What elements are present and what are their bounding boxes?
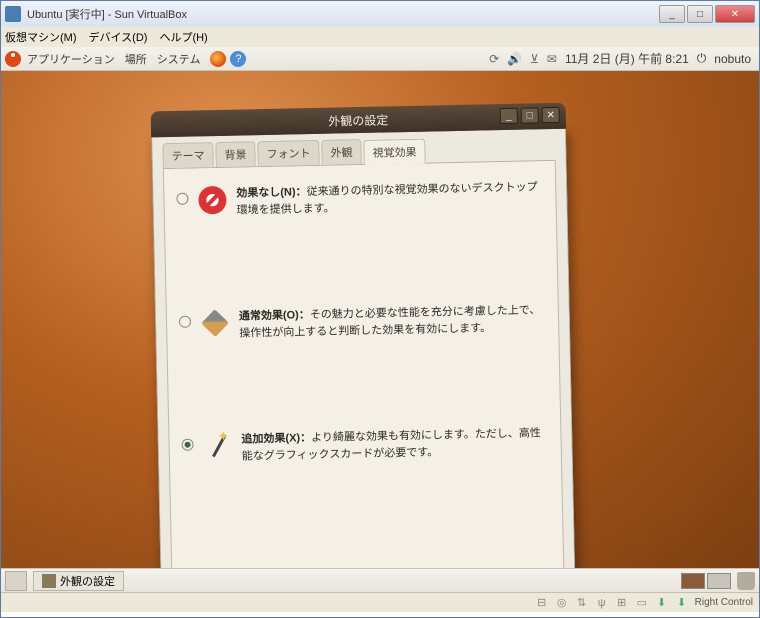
menu-system[interactable]: システム: [157, 51, 201, 67]
radio-none[interactable]: [176, 193, 188, 205]
trash-icon[interactable]: [737, 572, 755, 590]
vb-cd-icon[interactable]: ◎: [555, 596, 569, 610]
power-icon[interactable]: ⏻: [697, 51, 707, 66]
dialog-minimize-button[interactable]: _: [500, 108, 518, 124]
radio-normal[interactable]: [179, 316, 191, 328]
user-name[interactable]: nobuto: [714, 52, 751, 66]
option-none-text: 効果なし(N)：従来通りの特別な視覚効果のないデスクトップ環境を提供します。: [236, 179, 544, 218]
vb-net-icon[interactable]: ⇅: [575, 596, 589, 610]
virtualbox-icon: [5, 6, 21, 22]
menu-devices[interactable]: デバイス(D): [89, 29, 148, 45]
taskbar-appearance-button[interactable]: 外観の設定: [33, 571, 124, 591]
vb-display-icon[interactable]: ▭: [635, 596, 649, 610]
appearance-task-icon: [42, 574, 56, 588]
tab-theme[interactable]: テーマ: [162, 142, 214, 168]
firefox-icon[interactable]: [210, 51, 226, 67]
tab-background[interactable]: 背景: [215, 141, 256, 167]
menu-applications[interactable]: アプリケーション: [27, 51, 115, 67]
workspace-2[interactable]: [707, 573, 731, 589]
window-title: Ubuntu [実行中] - Sun VirtualBox: [27, 6, 659, 22]
menu-help[interactable]: ヘルプ(H): [159, 29, 207, 45]
dialog-maximize-button[interactable]: □: [521, 107, 539, 123]
effects-none-icon: [198, 186, 227, 215]
menu-places[interactable]: 場所: [125, 51, 147, 67]
dialog-close-button[interactable]: ✕: [542, 107, 560, 123]
show-desktop-button[interactable]: [5, 571, 27, 591]
minimize-button[interactable]: _: [659, 5, 685, 23]
tab-visual-effects[interactable]: 視覚効果: [363, 139, 426, 165]
help-icon[interactable]: ?: [230, 51, 246, 67]
vb-mouse-icon[interactable]: ⬇: [655, 596, 669, 610]
option-normal-text: 通常効果(O)：その魅力と必要な性能を充分に考慮した上で、操作性が向上すると判断…: [239, 302, 547, 341]
tab-fonts[interactable]: フォント: [257, 140, 320, 166]
virtualbox-menu: 仮想マシン(M) デバイス(D) ヘルプ(H): [1, 27, 759, 47]
vb-capture-icon[interactable]: ⬇: [675, 596, 689, 610]
vb-hdd-icon[interactable]: ⊟: [535, 596, 549, 610]
tab-appearance[interactable]: 外観: [321, 139, 362, 165]
close-button[interactable]: ✕: [715, 5, 755, 23]
network-icon[interactable]: ⊻: [530, 52, 539, 66]
maximize-button[interactable]: □: [687, 5, 713, 23]
workspace-1[interactable]: [681, 573, 705, 589]
workspace-switcher[interactable]: [681, 573, 731, 589]
clock[interactable]: 11月 2日 (月) 午前 8:21: [565, 50, 689, 67]
menu-machine[interactable]: 仮想マシン(M): [5, 29, 77, 45]
vb-usb-icon[interactable]: ψ: [595, 596, 609, 610]
dialog-title: 外観の設定: [328, 111, 388, 129]
ubuntu-logo-icon[interactable]: [5, 51, 21, 67]
mail-icon[interactable]: ✉: [547, 52, 557, 66]
effects-normal-icon: [201, 309, 229, 337]
update-icon[interactable]: ⟳: [489, 52, 499, 66]
effects-extra-icon: [203, 432, 232, 461]
option-extra-text: 追加効果(X)：より綺麗な効果も有効にします。ただし、高性能なグラフィックスカー…: [241, 425, 549, 464]
vb-shared-icon[interactable]: ⊞: [615, 596, 629, 610]
volume-icon[interactable]: 🔊: [507, 52, 522, 66]
vb-host-key: Right Control: [695, 597, 753, 608]
radio-extra[interactable]: [181, 439, 193, 451]
